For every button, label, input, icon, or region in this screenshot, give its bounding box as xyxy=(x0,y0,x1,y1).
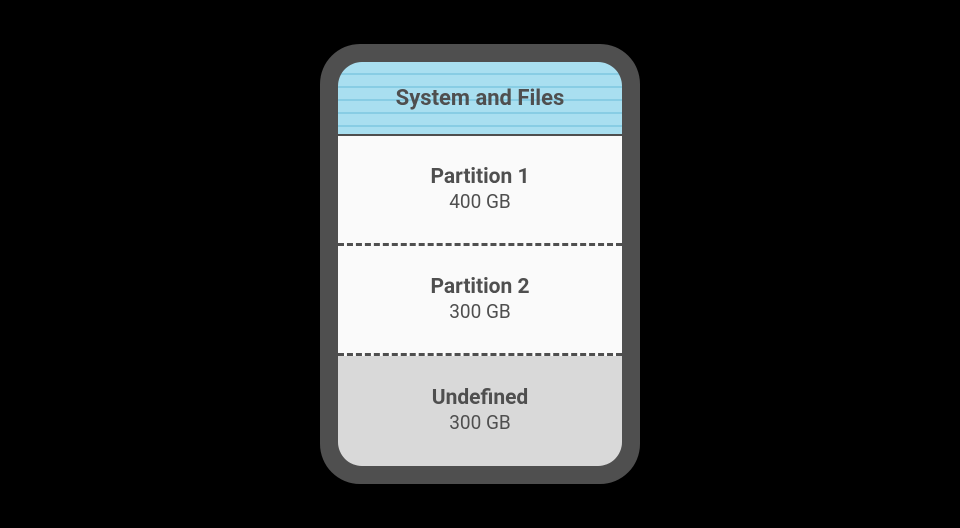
disk-header: System and Files xyxy=(338,62,622,136)
partition-1-name: Partition 1 xyxy=(430,165,529,190)
partition-2: Partition 2 300 GB xyxy=(338,246,622,356)
disk-diagram: System and Files Partition 1 400 GB Part… xyxy=(320,44,640,484)
disk-inner: System and Files Partition 1 400 GB Part… xyxy=(338,62,622,466)
partition-2-name: Partition 2 xyxy=(430,275,529,300)
partition-1-size: 400 GB xyxy=(449,190,511,215)
partition-undefined: Undefined 300 GB xyxy=(338,356,622,466)
disk-header-title: System and Files xyxy=(396,86,565,111)
partition-undefined-size: 300 GB xyxy=(449,411,511,436)
partition-undefined-name: Undefined xyxy=(432,386,529,411)
partition-1: Partition 1 400 GB xyxy=(338,136,622,246)
partition-2-size: 300 GB xyxy=(449,300,511,325)
